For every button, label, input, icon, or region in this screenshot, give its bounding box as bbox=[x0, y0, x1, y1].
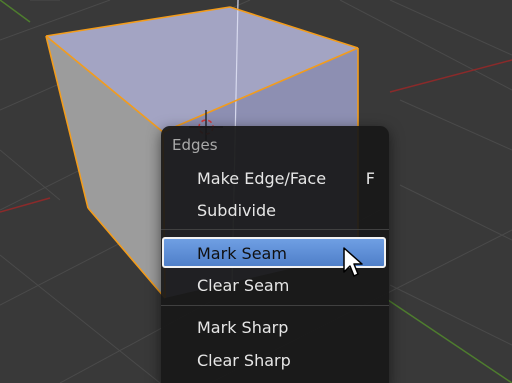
menu-item-subdivide[interactable]: Subdivide bbox=[161, 195, 389, 227]
arrow-pointer-icon bbox=[343, 247, 363, 277]
menu-item-label: Clear Seam bbox=[197, 276, 290, 295]
x-axis-line-left bbox=[0, 197, 51, 213]
menu-title: Edges bbox=[172, 136, 218, 154]
y-axis-line bbox=[0, 0, 31, 23]
x-axis-line bbox=[389, 59, 512, 93]
menu-item-mark-sharp[interactable]: Mark Sharp bbox=[161, 312, 389, 344]
menu-item-clear-sharp[interactable]: Clear Sharp bbox=[161, 345, 389, 377]
menu-separator bbox=[161, 305, 389, 306]
menu-item-label: Make Edge/Face bbox=[197, 169, 327, 188]
menu-item-shortcut: F bbox=[365, 169, 375, 188]
menu-separator bbox=[161, 229, 389, 230]
menu-item-label: Clear Sharp bbox=[197, 351, 291, 370]
y-axis-line-lower bbox=[387, 299, 512, 383]
menu-item-make-edge-face[interactable]: Make Edge/Face F bbox=[161, 163, 389, 195]
menu-item-label: Subdivide bbox=[197, 201, 276, 220]
blender-screen: Edges Make Edge/Face F Subdivide Mark Se… bbox=[0, 0, 512, 383]
menu-item-label: Mark Seam bbox=[197, 244, 287, 263]
menu-item-label: Mark Sharp bbox=[197, 318, 289, 337]
